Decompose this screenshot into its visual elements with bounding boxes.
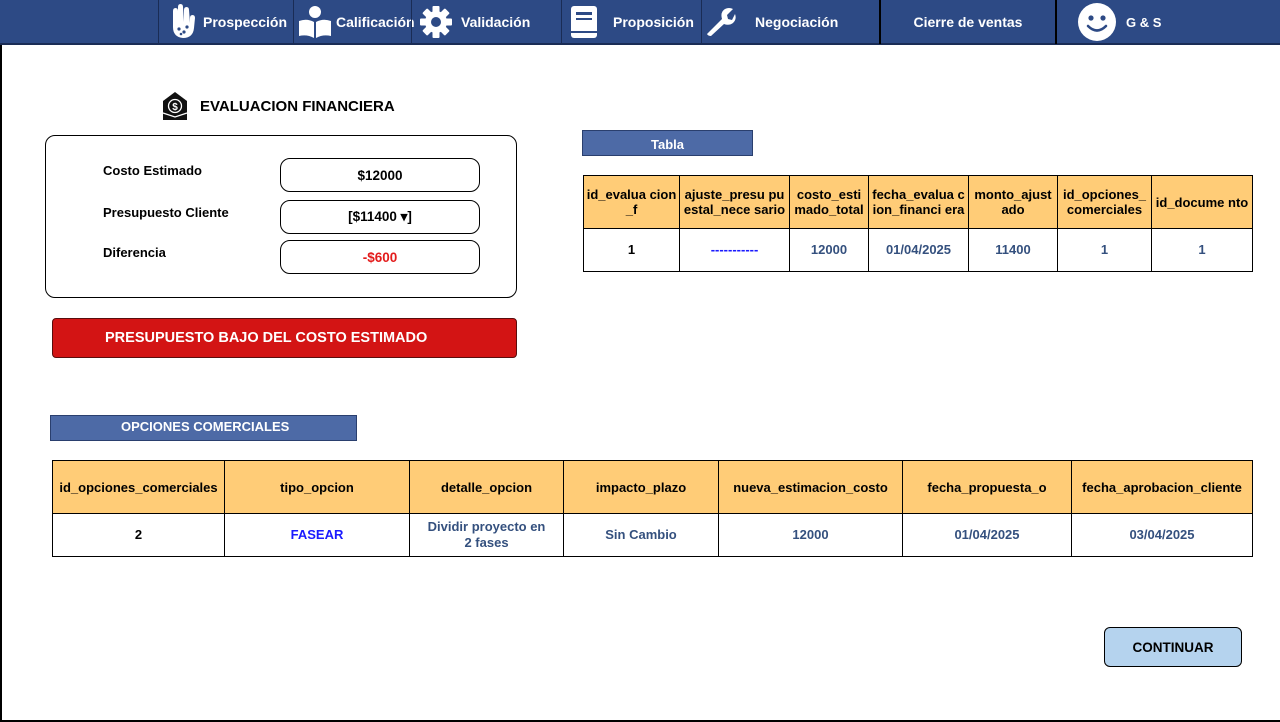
- nav-item-negociacion[interactable]: Negociación: [701, 0, 879, 44]
- top-navigation: Prospección Calificación Validación Prop…: [0, 0, 1280, 45]
- table-cell: 12000: [789, 228, 869, 272]
- gear-icon: [420, 6, 452, 38]
- table-cell: 2: [52, 513, 225, 557]
- user-name: G & S: [1126, 14, 1162, 30]
- nav-item-label: Calificación: [336, 14, 415, 30]
- table-cell: Dividir proyecto en 2 fases: [409, 513, 564, 557]
- opciones-comerciales-table: id_opciones_comerciales tipo_opcion deta…: [52, 460, 1253, 557]
- nav-item-label: Cierre de ventas: [913, 14, 1023, 30]
- table-header: impacto_plazo: [563, 460, 719, 514]
- financial-evaluation-panel: Costo Estimado $12000 Presupuesto Client…: [45, 135, 517, 298]
- costo-estimado-field[interactable]: $12000: [280, 158, 480, 192]
- table-header: fecha_evalua cion_financi era: [868, 175, 969, 229]
- user-menu[interactable]: G & S: [1057, 0, 1280, 44]
- nav-item-validacion[interactable]: Validación: [411, 0, 561, 44]
- table-header: id_docume nto: [1151, 175, 1253, 229]
- svg-text:$: $: [172, 102, 178, 113]
- presupuesto-cliente-select[interactable]: [$11400 ▾]: [280, 200, 480, 234]
- nav-item-label: Negociación: [755, 14, 839, 30]
- table-header: fecha_aprobacion_cliente: [1071, 460, 1253, 514]
- table-cell: 11400: [968, 228, 1058, 272]
- table-header: fecha_propuesta_o: [902, 460, 1072, 514]
- book-icon: [571, 6, 597, 38]
- wrench-icon: [707, 8, 736, 36]
- money-envelope-icon: $: [162, 92, 188, 120]
- table-header: detalle_opcion: [409, 460, 564, 514]
- reader-icon: [299, 6, 331, 38]
- diferencia-field: -$600: [280, 240, 480, 274]
- table-header: ajuste_presu puestal_nece sario: [679, 175, 790, 229]
- table-cell: 1: [1057, 228, 1152, 272]
- table-cell: -----------: [679, 228, 790, 272]
- table-cell: FASEAR: [224, 513, 410, 557]
- nav-item-proposicion[interactable]: Proposición: [561, 0, 701, 44]
- evaluation-table: id_evalua cion_f ajuste_presu puestal_ne…: [583, 175, 1253, 272]
- table-header: tipo_opcion: [224, 460, 410, 514]
- table-header: nueva_estimacion_costo: [718, 460, 903, 514]
- budget-alert-banner: PRESUPUESTO BAJO DEL COSTO ESTIMADO: [52, 318, 517, 358]
- table-cell: Sin Cambio: [563, 513, 719, 557]
- continue-button[interactable]: CONTINUAR: [1104, 627, 1242, 667]
- table-header: id_evalua cion_f: [583, 175, 680, 229]
- nav-item-calificacion[interactable]: Calificación: [293, 0, 415, 44]
- hand-icon: [173, 4, 195, 38]
- nav-item-label: Prospección: [203, 14, 288, 30]
- nav-item-cierre-de-ventas[interactable]: Cierre de ventas: [879, 0, 1057, 44]
- table-cell: 03/04/2025: [1071, 513, 1253, 557]
- nav-item-prospeccion[interactable]: Prospección: [158, 0, 293, 44]
- costo-estimado-label: Costo Estimado: [103, 163, 202, 178]
- table-cell: 01/04/2025: [868, 228, 969, 272]
- diferencia-label: Diferencia: [103, 245, 166, 260]
- tabla-tab[interactable]: Tabla: [582, 130, 753, 156]
- table-header: id_opciones_ comerciales: [1057, 175, 1152, 229]
- evaluation-title: EVALUACION FINANCIERA: [200, 98, 395, 115]
- table-header: monto_ajust ado: [968, 175, 1058, 229]
- table-row[interactable]: 1 ----------- 12000 01/04/2025 11400 1 1: [583, 228, 1253, 272]
- table-cell: 1: [583, 228, 680, 272]
- table-header: id_opciones_comerciales: [52, 460, 225, 514]
- opciones-comerciales-tab[interactable]: OPCIONES COMERCIALES: [50, 415, 357, 441]
- table-cell: 12000: [718, 513, 903, 557]
- table-cell: 01/04/2025: [902, 513, 1072, 557]
- table-row[interactable]: 2 FASEAR Dividir proyecto en 2 fases Sin…: [52, 513, 1253, 557]
- nav-item-label: Proposición: [613, 14, 694, 30]
- table-header: costo_esti mado_total: [789, 175, 869, 229]
- app-frame: [0, 0, 1280, 722]
- table-cell: 1: [1151, 228, 1253, 272]
- presupuesto-cliente-label: Presupuesto Cliente: [103, 205, 229, 220]
- nav-item-label: Validación: [461, 14, 531, 30]
- smiley-icon: [1078, 3, 1116, 41]
